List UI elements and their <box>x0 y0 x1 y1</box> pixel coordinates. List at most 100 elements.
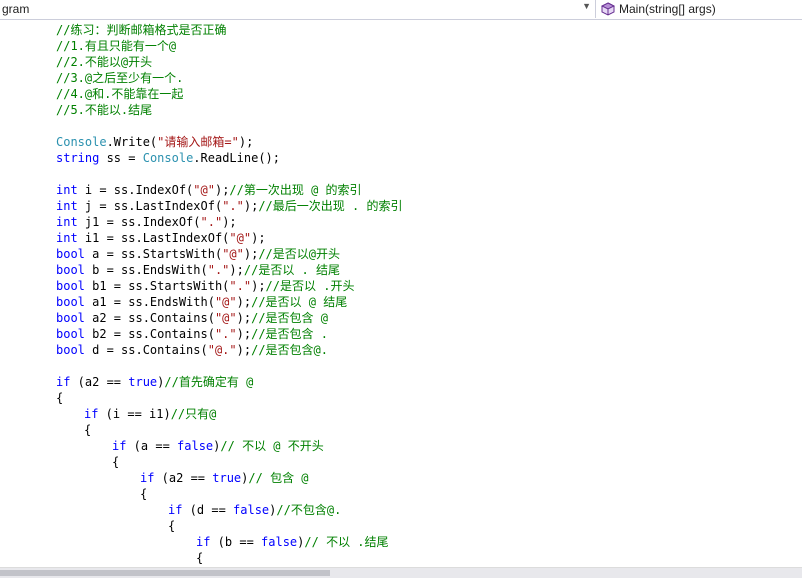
code-token: //第一次出现 @ 的索引 <box>229 183 362 197</box>
code-token: if <box>56 375 71 389</box>
code-line[interactable]: //2.不能以@开头 <box>56 54 152 70</box>
code-line[interactable]: bool d = ss.Contains("@.");//是否包含@. <box>56 342 328 358</box>
code-token: // 不以 .结尾 <box>304 535 389 549</box>
code-token: j1 = ss.IndexOf( <box>77 215 201 229</box>
code-line[interactable]: if (a == false)// 不以 @ 不开头 <box>112 438 324 454</box>
code-line[interactable]: bool b2 = ss.Contains(".");//是否包含 . <box>56 326 328 342</box>
code-token: "@." <box>207 343 237 357</box>
code-token: if <box>196 535 211 549</box>
code-token: // 包含 @ <box>248 471 309 485</box>
code-line[interactable]: { <box>168 518 175 534</box>
code-line[interactable]: if (a2 == true)// 包含 @ <box>140 470 309 486</box>
code-line[interactable]: bool a1 = ss.EndsWith("@");//是否以 @ 结尾 <box>56 294 347 310</box>
code-line[interactable]: bool a = ss.StartsWith("@");//是否以@开头 <box>56 246 340 262</box>
code-token: bool <box>56 311 85 325</box>
code-token: (d == <box>182 503 234 517</box>
code-token: b1 = ss.StartsWith( <box>84 279 230 293</box>
code-token: a1 = ss.EndsWith( <box>84 295 215 309</box>
code-line[interactable]: Console.Write("请输入邮箱="); <box>56 134 253 150</box>
chevron-down-icon[interactable]: ▼ <box>582 1 591 11</box>
code-token: bool <box>56 263 85 277</box>
code-token: { <box>168 519 176 533</box>
code-line[interactable]: bool a2 = ss.Contains("@");//是否包含 @ <box>56 310 328 326</box>
scrollbar-thumb[interactable] <box>0 570 330 576</box>
code-token: if <box>140 471 155 485</box>
code-token: bool <box>56 295 85 309</box>
class-dropdown[interactable]: gram ▼ <box>0 0 596 18</box>
code-token: i = ss.IndexOf( <box>77 183 194 197</box>
code-token: ); <box>243 199 259 213</box>
code-line[interactable]: { <box>112 454 119 470</box>
code-token: "请输入邮箱=" <box>157 135 239 149</box>
code-token: //3.@之后至少有一个. <box>56 71 184 85</box>
code-token: false <box>177 439 214 453</box>
code-line[interactable]: { <box>56 390 63 406</box>
code-token: ); <box>236 343 252 357</box>
code-token: (b == <box>210 535 262 549</box>
code-token: if <box>84 407 99 421</box>
code-line[interactable]: bool b1 = ss.StartsWith(".");//是否以 .开头 <box>56 278 354 294</box>
code-line[interactable]: if (a2 == true)//首先确定有 @ <box>56 374 253 390</box>
horizontal-scrollbar[interactable] <box>0 567 802 578</box>
code-token: (a2 == <box>70 375 129 389</box>
code-token: //是否包含 @ <box>251 311 328 325</box>
code-token: ); <box>251 231 266 245</box>
code-token: //1.有且只能有一个@ <box>56 39 177 53</box>
code-token: //4.@和.不能靠在一起 <box>56 87 184 101</box>
code-token: a2 = ss.Contains( <box>84 311 215 325</box>
code-line[interactable]: { <box>196 550 203 566</box>
code-token: b2 = ss.Contains( <box>84 327 215 341</box>
code-line[interactable]: if (i == i1)//只有@ <box>84 406 216 422</box>
code-line[interactable]: string ss = Console.ReadLine(); <box>56 150 280 166</box>
code-token: d = ss.Contains( <box>84 343 208 357</box>
code-token: b = ss.EndsWith( <box>84 263 208 277</box>
code-token: { <box>140 487 148 501</box>
code-line[interactable]: //4.@和.不能靠在一起 <box>56 86 183 102</box>
code-line[interactable]: { <box>84 422 91 438</box>
code-line[interactable]: //5.不能以.结尾 <box>56 102 152 118</box>
code-line[interactable]: bool b = ss.EndsWith(".");//是否以 . 结尾 <box>56 262 340 278</box>
code-line[interactable]: //1.有且只能有一个@ <box>56 38 176 54</box>
code-token: int <box>56 231 78 245</box>
code-token: int <box>56 183 78 197</box>
code-token: { <box>112 455 120 469</box>
code-token: //是否以@开头 <box>258 247 341 261</box>
method-icon <box>601 2 615 16</box>
code-token: //是否包含 . <box>251 327 328 341</box>
code-token: "." <box>207 263 230 277</box>
code-token: ); <box>236 327 252 341</box>
code-token: Console <box>142 151 194 165</box>
code-token: ss = <box>99 151 143 165</box>
code-token: { <box>56 391 64 405</box>
code-token: int <box>56 199 78 213</box>
code-token: ); <box>243 247 259 261</box>
code-token: true <box>212 471 242 485</box>
code-token: "@" <box>193 183 215 197</box>
code-line[interactable]: int j = ss.LastIndexOf(".");//最后一次出现 . 的… <box>56 198 402 214</box>
code-token: ); <box>238 135 254 149</box>
code-token: "@" <box>222 247 244 261</box>
code-line[interactable]: if (d == false)//不包含@. <box>168 502 341 518</box>
code-token: .ReadLine(); <box>193 151 280 165</box>
code-line[interactable]: int i = ss.IndexOf("@");//第一次出现 @ 的索引 <box>56 182 362 198</box>
code-token: // 不以 @ 不开头 <box>220 439 324 453</box>
code-line[interactable]: if (b == false)// 不以 .结尾 <box>196 534 389 550</box>
code-line[interactable]: //练习：判断邮箱格式是否正确 <box>56 22 226 38</box>
code-line[interactable]: //3.@之后至少有一个. <box>56 70 183 86</box>
code-token: { <box>84 423 92 437</box>
code-token: bool <box>56 327 85 341</box>
code-token: int <box>56 215 78 229</box>
code-line[interactable]: { <box>140 486 147 502</box>
code-token: //5.不能以.结尾 <box>56 103 153 117</box>
code-token: //最后一次出现 . 的索引 <box>258 199 403 213</box>
code-token: string <box>56 151 100 165</box>
code-editor[interactable]: //练习：判断邮箱格式是否正确 //1.有且只能有一个@ //2.不能以@开头 //3… <box>0 20 802 568</box>
member-dropdown[interactable]: Main(string[] args) <box>598 0 802 18</box>
code-token: true <box>128 375 158 389</box>
code-token: "." <box>200 215 223 229</box>
code-line[interactable]: int j1 = ss.IndexOf("."); <box>56 214 237 230</box>
code-token: (a2 == <box>154 471 213 485</box>
code-line[interactable]: int i1 = ss.LastIndexOf("@"); <box>56 230 266 246</box>
code-token: //首先确定有 @ <box>164 375 254 389</box>
code-token: ); <box>229 263 244 277</box>
